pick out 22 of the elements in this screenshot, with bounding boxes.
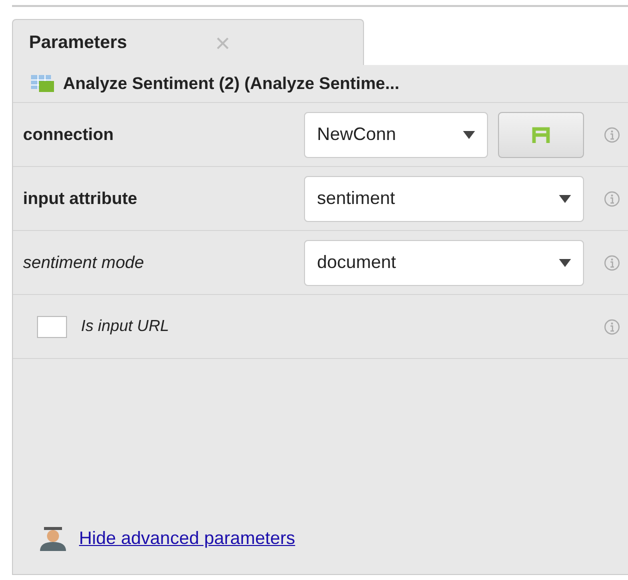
caret-icon xyxy=(559,258,571,266)
dropdown[interactable]: NewConn xyxy=(304,112,488,158)
checkbox[interactable] xyxy=(37,316,67,338)
caret-icon xyxy=(559,194,571,202)
parameter-label: Is input URL xyxy=(81,316,170,336)
info-icon[interactable] xyxy=(604,318,620,334)
parameters-tab[interactable]: Parameters × xyxy=(12,19,364,65)
info-icon[interactable] xyxy=(604,190,620,206)
hide-advanced-link[interactable]: Hide advanced parameters xyxy=(79,525,296,552)
connection-button[interactable] xyxy=(498,112,584,158)
parameter-label: sentiment mode xyxy=(23,252,145,274)
user-icon xyxy=(37,526,69,550)
info-icon[interactable] xyxy=(604,126,620,142)
parameter-label: input attribute xyxy=(23,188,138,210)
parameter-label: connection xyxy=(23,124,115,146)
caret-icon xyxy=(463,130,475,138)
connection-icon xyxy=(532,126,550,142)
dropdown[interactable]: sentiment xyxy=(304,176,584,222)
dropdown[interactable]: document xyxy=(304,240,584,286)
info-icon[interactable] xyxy=(604,254,620,270)
operator-icon xyxy=(31,74,55,92)
operator-title: Analyze Sentiment (2) (Analyze Sentime... xyxy=(63,72,400,95)
